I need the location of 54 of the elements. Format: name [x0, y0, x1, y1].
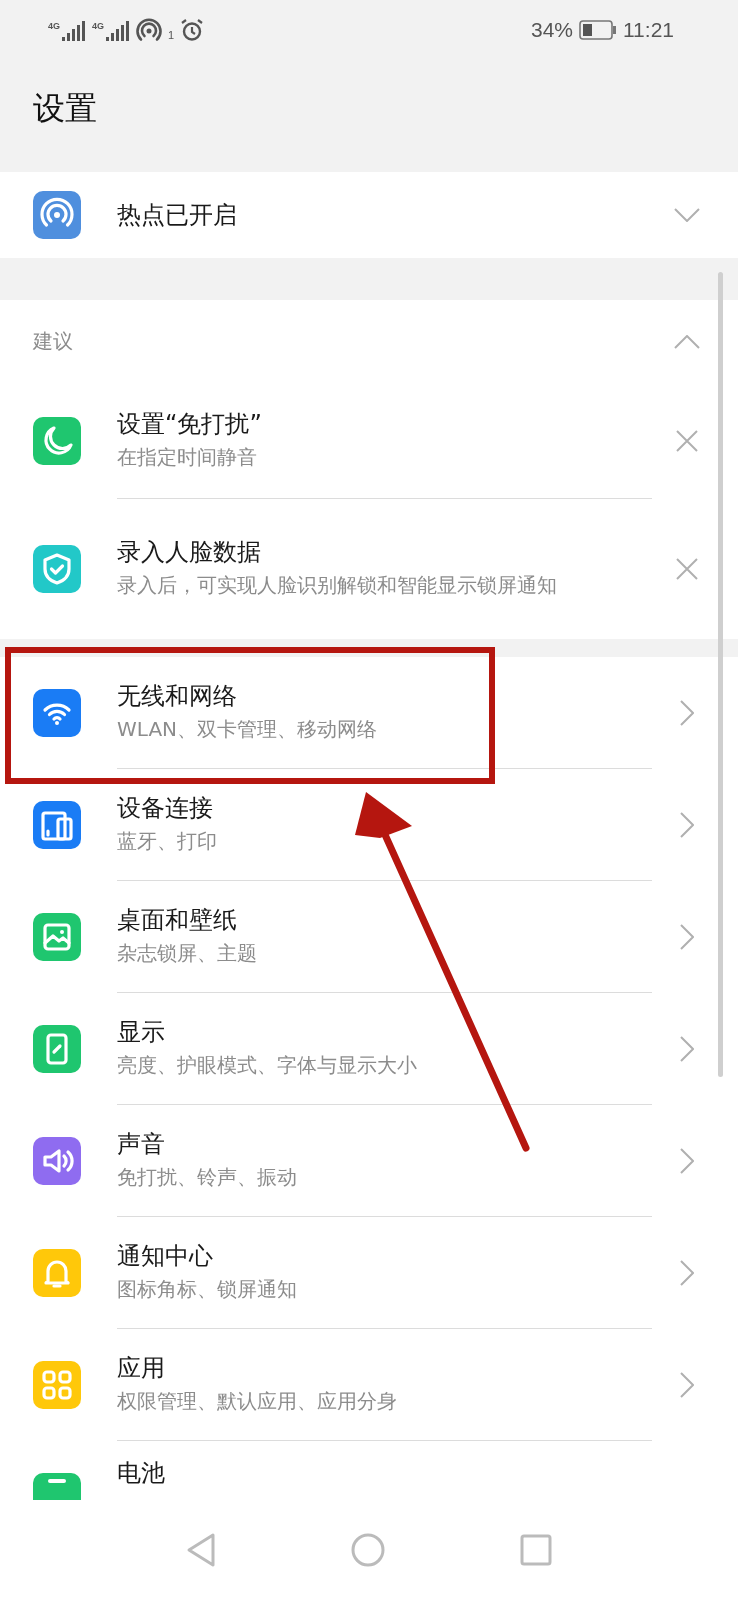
item-description: 杂志锁屏、主题	[117, 939, 258, 967]
close-icon[interactable]	[676, 430, 698, 452]
section-header: 建议	[33, 328, 73, 355]
chevron-right-icon	[680, 1260, 694, 1286]
item-title: 显示	[117, 1016, 166, 1048]
item-title: 设置“免打扰”	[117, 408, 263, 440]
chevron-right-icon	[680, 1036, 694, 1062]
item-description: 免打扰、铃声、振动	[117, 1163, 298, 1191]
item-title: 无线和网络	[117, 680, 238, 712]
chevron-right-icon	[680, 924, 694, 950]
item-description: 在指定时间静音	[117, 443, 258, 471]
hotspot-count: 1	[168, 29, 175, 41]
settings-item[interactable]: 电池	[0, 1441, 738, 1500]
item-title: 应用	[117, 1352, 166, 1384]
battery-icon	[579, 20, 617, 40]
suggestion-item[interactable]: 设置“免打扰” 在指定时间静音	[0, 383, 738, 499]
settings-item[interactable]: 桌面和壁纸 杂志锁屏、主题	[0, 881, 738, 993]
chevron-down-icon[interactable]	[674, 208, 700, 222]
settings-item[interactable]: 热点已开启	[0, 172, 738, 258]
chevron-right-icon	[680, 812, 694, 838]
item-description: 图标角标、锁屏通知	[117, 1275, 298, 1303]
page-title: 设置	[32, 88, 98, 129]
item-title: 录入人脸数据	[117, 537, 262, 568]
network-type: 4G	[48, 21, 60, 31]
clock: 11:21	[623, 18, 674, 42]
chevron-right-icon	[680, 1372, 694, 1398]
settings-item[interactable]: 应用 权限管理、默认应用、应用分身	[0, 1329, 738, 1441]
settings-item[interactable]: 显示 亮度、护眼模式、字体与显示大小	[0, 993, 738, 1105]
settings-item[interactable]: 声音 免打扰、铃声、振动	[0, 1105, 738, 1217]
item-title: 电池	[117, 1458, 166, 1489]
home-icon[interactable]	[351, 1533, 385, 1567]
item-description: 录入后，可实现人脸识别解锁和智能显示锁屏通知	[117, 572, 558, 599]
recent-apps-icon[interactable]	[520, 1534, 552, 1566]
network-type: 4G	[92, 21, 105, 31]
item-title: 通知中心	[117, 1240, 214, 1272]
item-description: 权限管理、默认应用、应用分身	[117, 1387, 398, 1415]
chevron-right-icon	[680, 1148, 694, 1174]
alarm-clock-icon	[180, 18, 205, 42]
chevron-up-icon[interactable]	[674, 334, 700, 349]
settings-item[interactable]: 通知中心 图标角标、锁屏通知	[0, 1217, 738, 1329]
item-title: 桌面和壁纸	[117, 904, 238, 936]
close-icon[interactable]	[676, 558, 698, 580]
item-title: 声音	[117, 1128, 166, 1160]
settings-item[interactable]: 无线和网络 WLAN、双卡管理、移动网络	[0, 657, 738, 769]
item-description: 亮度、护眼模式、字体与显示大小	[117, 1051, 418, 1079]
item-description: WLAN、双卡管理、移动网络	[117, 715, 379, 743]
hotspot-icon	[136, 17, 163, 43]
battery-percentage: 34%	[530, 18, 573, 42]
chevron-right-icon	[680, 700, 694, 726]
back-icon[interactable]	[186, 1532, 216, 1568]
item-title: 设备连接	[117, 792, 214, 824]
item-title: 热点已开启	[117, 200, 238, 231]
suggestion-item[interactable]: 录入人脸数据 录入后，可实现人脸识别解锁和智能显示锁屏通知	[0, 499, 738, 639]
item-description: 蓝牙、打印	[117, 827, 218, 855]
